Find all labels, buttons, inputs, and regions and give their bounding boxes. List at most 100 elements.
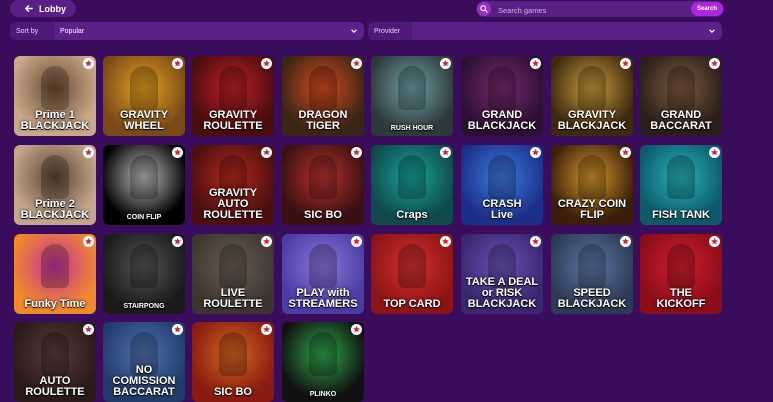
search-input[interactable] xyxy=(496,1,660,19)
game-tile[interactable]: TAKE A DEAL or RISK BLACKJACK xyxy=(461,234,543,314)
game-artwork xyxy=(130,155,158,199)
favorite-star-icon[interactable] xyxy=(709,147,720,158)
game-tile[interactable]: THE KICKOFF xyxy=(640,234,722,314)
game-artwork xyxy=(309,244,337,288)
game-tile[interactable]: SIC BO xyxy=(282,145,364,225)
game-tile[interactable]: GRAND BLACKJACK xyxy=(461,56,543,136)
favorite-star-icon[interactable] xyxy=(530,236,541,247)
game-tile[interactable]: TOP CARD xyxy=(371,234,453,314)
favorite-star-icon[interactable] xyxy=(83,236,94,247)
game-title: SIC BO xyxy=(214,386,252,398)
favorite-star-icon[interactable] xyxy=(620,58,631,69)
favorite-star-icon[interactable] xyxy=(261,58,272,69)
game-tile[interactable]: FISH TANK xyxy=(640,145,722,225)
game-tile[interactable]: PLINKO xyxy=(282,322,364,402)
game-title: SPEED BLACKJACK xyxy=(557,287,627,310)
game-tile[interactable]: GRAVITY ROULETTE xyxy=(192,56,274,136)
favorite-star-icon[interactable] xyxy=(709,58,720,69)
favorite-star-icon[interactable] xyxy=(83,147,94,158)
lobby-button[interactable]: Lobby xyxy=(10,0,76,17)
game-artwork xyxy=(41,332,69,376)
game-tile[interactable]: DRAGON TIGER xyxy=(282,56,364,136)
favorite-star-icon[interactable] xyxy=(620,147,631,158)
favorite-star-icon[interactable] xyxy=(530,147,541,158)
game-tile[interactable]: GRAND BACCARAT xyxy=(640,56,722,136)
search-icon xyxy=(477,2,491,16)
game-title: Prime 2 BLACKJACK xyxy=(20,198,90,221)
game-title: DRAGON TIGER xyxy=(298,109,348,132)
game-tile[interactable]: CRAZY COIN FLIP xyxy=(551,145,633,225)
favorite-star-icon[interactable] xyxy=(261,147,272,158)
game-artwork xyxy=(41,155,69,199)
game-artwork xyxy=(578,244,606,288)
sort-select[interactable]: Sort by Popular xyxy=(10,22,364,40)
game-title: Funky Time xyxy=(24,298,86,310)
game-tile[interactable]: CRASH Live xyxy=(461,145,543,225)
game-tile[interactable]: SPEED BLACKJACK xyxy=(551,234,633,314)
game-title: PLAY with STREAMERS xyxy=(288,287,358,310)
game-tile[interactable]: Funky Time xyxy=(14,234,96,314)
game-tile[interactable]: PLAY with STREAMERS xyxy=(282,234,364,314)
arrow-left-icon xyxy=(25,5,33,12)
game-artwork xyxy=(219,244,247,288)
favorite-star-icon[interactable] xyxy=(620,236,631,247)
filter-bar: Sort by Popular Provider xyxy=(0,22,773,40)
favorite-star-icon[interactable] xyxy=(351,58,362,69)
game-artwork xyxy=(667,155,695,199)
game-tile[interactable]: Prime 2 BLACKJACK xyxy=(14,145,96,225)
favorite-star-icon[interactable] xyxy=(709,236,720,247)
provider-label: Provider xyxy=(374,27,401,35)
favorite-star-icon[interactable] xyxy=(261,236,272,247)
game-tile[interactable]: AUTO ROULETTE xyxy=(14,322,96,402)
favorite-star-icon[interactable] xyxy=(440,236,451,247)
game-title: PLINKO xyxy=(309,391,337,398)
game-artwork xyxy=(41,244,69,288)
game-tile[interactable]: SIC BO xyxy=(192,322,274,402)
favorite-star-icon[interactable] xyxy=(172,236,183,247)
top-bar: Lobby Search xyxy=(0,0,773,19)
game-title: COIN FLIP xyxy=(126,214,162,221)
provider-value xyxy=(412,22,722,40)
lobby-label: Lobby xyxy=(39,3,66,14)
game-title: CRAZY COIN FLIP xyxy=(557,198,627,221)
game-artwork xyxy=(488,66,516,110)
search-button[interactable]: Search xyxy=(691,2,723,16)
game-tile[interactable]: GRAVITY AUTO ROULETTE xyxy=(192,145,274,225)
favorite-star-icon[interactable] xyxy=(83,324,94,335)
game-title: Craps xyxy=(396,209,428,221)
game-artwork xyxy=(578,155,606,199)
game-tile[interactable]: STAIRPONG xyxy=(103,234,185,314)
search-bar: Search xyxy=(476,1,724,19)
game-artwork xyxy=(219,332,247,376)
favorite-star-icon[interactable] xyxy=(440,147,451,158)
favorite-star-icon[interactable] xyxy=(172,58,183,69)
favorite-star-icon[interactable] xyxy=(172,147,183,158)
game-title: GRAVITY ROULETTE xyxy=(203,109,263,132)
game-artwork xyxy=(398,244,426,288)
game-tile[interactable]: COIN FLIP xyxy=(103,145,185,225)
game-artwork xyxy=(578,66,606,110)
game-artwork xyxy=(398,155,426,199)
favorite-star-icon[interactable] xyxy=(351,147,362,158)
game-tile[interactable]: GRAVITY BLACKJACK xyxy=(551,56,633,136)
sort-value: Popular xyxy=(54,22,364,40)
game-artwork xyxy=(219,66,247,110)
game-tile[interactable]: Craps xyxy=(371,145,453,225)
favorite-star-icon[interactable] xyxy=(83,58,94,69)
favorite-star-icon[interactable] xyxy=(440,58,451,69)
provider-select[interactable]: Provider xyxy=(368,22,722,40)
game-tile[interactable]: NO COMISSION BACCARAT xyxy=(103,322,185,402)
favorite-star-icon[interactable] xyxy=(351,324,362,335)
game-tile[interactable]: LIVE ROULETTE xyxy=(192,234,274,314)
favorite-star-icon[interactable] xyxy=(261,324,272,335)
game-tile[interactable]: RUSH HOUR xyxy=(371,56,453,136)
game-title: TOP CARD xyxy=(383,298,441,310)
game-tile[interactable]: Prime 1 BLACKJACK xyxy=(14,56,96,136)
game-artwork xyxy=(309,332,337,376)
favorite-star-icon[interactable] xyxy=(530,58,541,69)
favorite-star-icon[interactable] xyxy=(351,236,362,247)
game-tile[interactable]: GRAVITY WHEEL xyxy=(103,56,185,136)
favorite-star-icon[interactable] xyxy=(172,324,183,335)
game-title: NO COMISSION BACCARAT xyxy=(112,364,176,398)
game-title: AUTO ROULETTE xyxy=(25,375,85,398)
